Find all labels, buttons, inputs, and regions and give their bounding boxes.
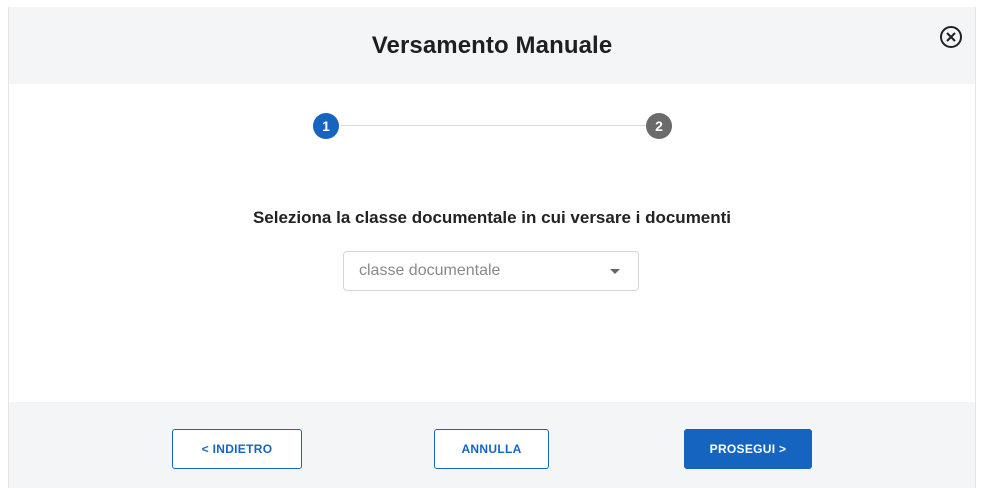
class-select-dropdown[interactable]: classe documentale [343, 251, 639, 291]
chevron-down-icon [610, 269, 620, 274]
stepper: 1 2 [311, 111, 677, 141]
cancel-button[interactable]: ANNULLA [434, 429, 549, 469]
dialog-footer: < INDIETRO ANNULLA PROSEGUI > [9, 402, 975, 488]
stepper-connector [341, 125, 651, 126]
back-button[interactable]: < INDIETRO [172, 429, 302, 469]
versamento-dialog: Versamento Manuale 1 2 Seleziona la clas… [8, 7, 976, 488]
class-select-placeholder: classe documentale [359, 262, 501, 279]
instruction-text: Seleziona la classe documentale in cui v… [252, 208, 732, 227]
dialog-header: Versamento Manuale [9, 7, 975, 84]
dialog-title: Versamento Manuale [371, 31, 613, 59]
close-icon[interactable] [939, 25, 963, 49]
dialog-body: 1 2 Seleziona la classe documentale in c… [9, 84, 975, 402]
next-button[interactable]: PROSEGUI > [684, 429, 812, 469]
step-1-indicator: 1 [313, 113, 339, 139]
step-2-indicator: 2 [646, 113, 672, 139]
